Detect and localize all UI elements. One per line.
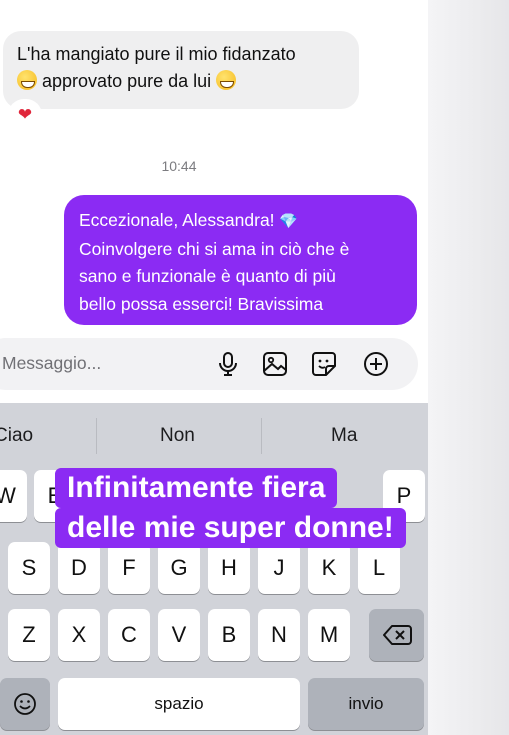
key-x[interactable]: X bbox=[58, 609, 100, 661]
key-n[interactable]: N bbox=[258, 609, 300, 661]
outgoing-message-line1: Eccezionale, Alessandra! bbox=[79, 210, 275, 230]
caption-line-1: Infinitamente fiera bbox=[55, 468, 338, 508]
key-d[interactable]: D bbox=[58, 542, 100, 594]
message-timestamp: 10:44 bbox=[161, 158, 197, 174]
grinning-face-icon bbox=[17, 70, 37, 90]
incoming-message-line1: L'ha mangiato pure il mio fidanzato bbox=[17, 44, 296, 64]
keyboard: Ciao Non Ma W E P S D F G H J K L Z X C … bbox=[0, 403, 428, 735]
heart-reaction-icon[interactable]: ❤ bbox=[10, 101, 40, 129]
return-key[interactable]: invio bbox=[308, 678, 424, 730]
caption-line-2: delle mie super donne! bbox=[55, 508, 406, 548]
key-j[interactable]: J bbox=[258, 542, 300, 594]
image-icon[interactable] bbox=[261, 350, 289, 378]
message-input[interactable]: Messaggio... bbox=[2, 353, 101, 374]
key-s[interactable]: S bbox=[8, 542, 50, 594]
incoming-message-bubble[interactable]: L'ha mangiato pure il mio fidanzato appr… bbox=[3, 31, 359, 109]
key-v[interactable]: V bbox=[158, 609, 200, 661]
suggestion-divider bbox=[96, 418, 97, 454]
grinning-face-icon bbox=[216, 70, 237, 90]
suggestion-2[interactable]: Non bbox=[160, 425, 195, 447]
key-z[interactable]: Z bbox=[8, 609, 50, 661]
sticker-icon[interactable] bbox=[310, 350, 338, 378]
key-k[interactable]: K bbox=[308, 542, 350, 594]
backspace-icon bbox=[382, 625, 412, 645]
key-b[interactable]: B bbox=[208, 609, 250, 661]
key-h[interactable]: H bbox=[208, 542, 250, 594]
outgoing-message-line2: Coinvolgere chi si ama in ciò che è bbox=[79, 238, 350, 259]
message-composer[interactable]: Messaggio... bbox=[0, 338, 418, 390]
delete-key[interactable] bbox=[369, 609, 424, 661]
microphone-icon[interactable] bbox=[214, 350, 242, 378]
key-m[interactable]: M bbox=[308, 609, 350, 661]
suggestion-1[interactable]: Ciao bbox=[0, 425, 33, 447]
key-w[interactable]: W bbox=[0, 470, 27, 522]
key-l[interactable]: L bbox=[358, 542, 400, 594]
chat-thread: L'ha mangiato pure il mio fidanzato appr… bbox=[0, 0, 428, 403]
space-key[interactable]: spazio bbox=[58, 678, 300, 730]
outgoing-message-line3: sano e funzionale è quanto di più bbox=[79, 266, 336, 286]
key-c[interactable]: C bbox=[108, 609, 150, 661]
emoji-icon bbox=[14, 693, 36, 715]
key-f[interactable]: F bbox=[108, 542, 150, 594]
outgoing-message-line4: bello possa esserci! Bravissima bbox=[79, 293, 324, 314]
key-g[interactable]: G bbox=[158, 542, 200, 594]
suggestion-divider bbox=[261, 418, 262, 454]
background-strip bbox=[428, 0, 509, 735]
gem-icon: 💎 bbox=[279, 213, 299, 230]
suggestion-3[interactable]: Ma bbox=[331, 425, 357, 447]
emoji-key[interactable] bbox=[0, 678, 50, 730]
incoming-message-line2: approvato pure da lui bbox=[42, 71, 212, 91]
plus-icon[interactable] bbox=[362, 350, 390, 378]
outgoing-message-bubble[interactable]: Eccezionale, Alessandra! 💎 Coinvolgere c… bbox=[64, 195, 417, 325]
